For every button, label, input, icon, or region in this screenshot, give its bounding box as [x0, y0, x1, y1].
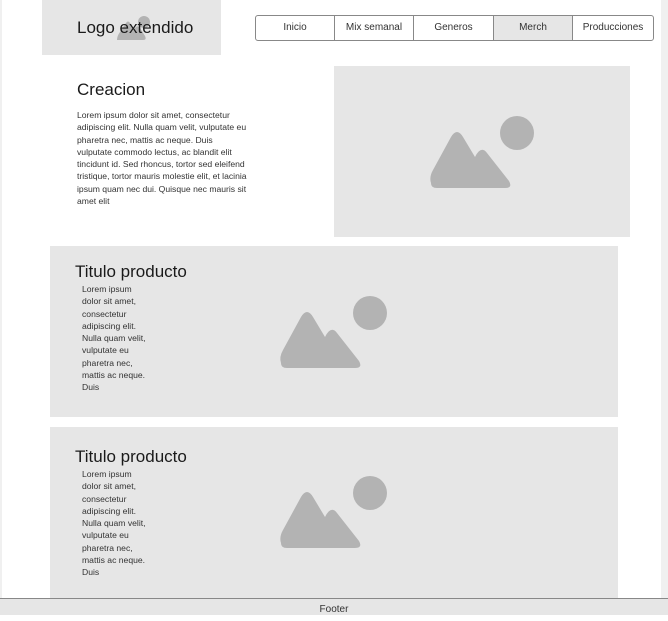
image-placeholder-icon	[430, 116, 534, 188]
product-body: Lorem ipsum dolor sit amet, consectetur …	[82, 284, 146, 393]
nav-item-generos[interactable]: Generos	[414, 16, 494, 40]
logo[interactable]: Logo extendido	[42, 0, 221, 55]
product-body: Lorem ipsum dolor sit amet, consectetur …	[82, 469, 146, 578]
image-placeholder-icon	[280, 296, 387, 368]
nav-item-producciones[interactable]: Producciones	[573, 16, 653, 40]
main-nav: Inicio Mix semanal Generos Merch Producc…	[255, 15, 654, 41]
creacion-body: Lorem ipsum dolor sit amet, consectetur …	[77, 110, 247, 207]
creacion-image	[334, 66, 630, 237]
logo-text: Logo extendido	[77, 18, 194, 37]
product-title: Titulo producto	[75, 262, 187, 281]
product-card: Titulo producto Lorem ipsum dolor sit am…	[50, 246, 618, 417]
creacion-title: Creacion	[77, 80, 146, 99]
page-right-border	[661, 0, 668, 615]
footer: Footer	[0, 598, 668, 615]
nav-item-inicio[interactable]: Inicio	[256, 16, 335, 40]
nav-item-mix-semanal[interactable]: Mix semanal	[335, 16, 414, 40]
image-placeholder-icon	[280, 476, 387, 548]
product-card: Titulo producto Lorem ipsum dolor sit am…	[50, 427, 618, 598]
nav-item-merch[interactable]: Merch	[494, 16, 573, 40]
page-left-border	[0, 0, 2, 615]
product-title: Titulo producto	[75, 447, 187, 466]
